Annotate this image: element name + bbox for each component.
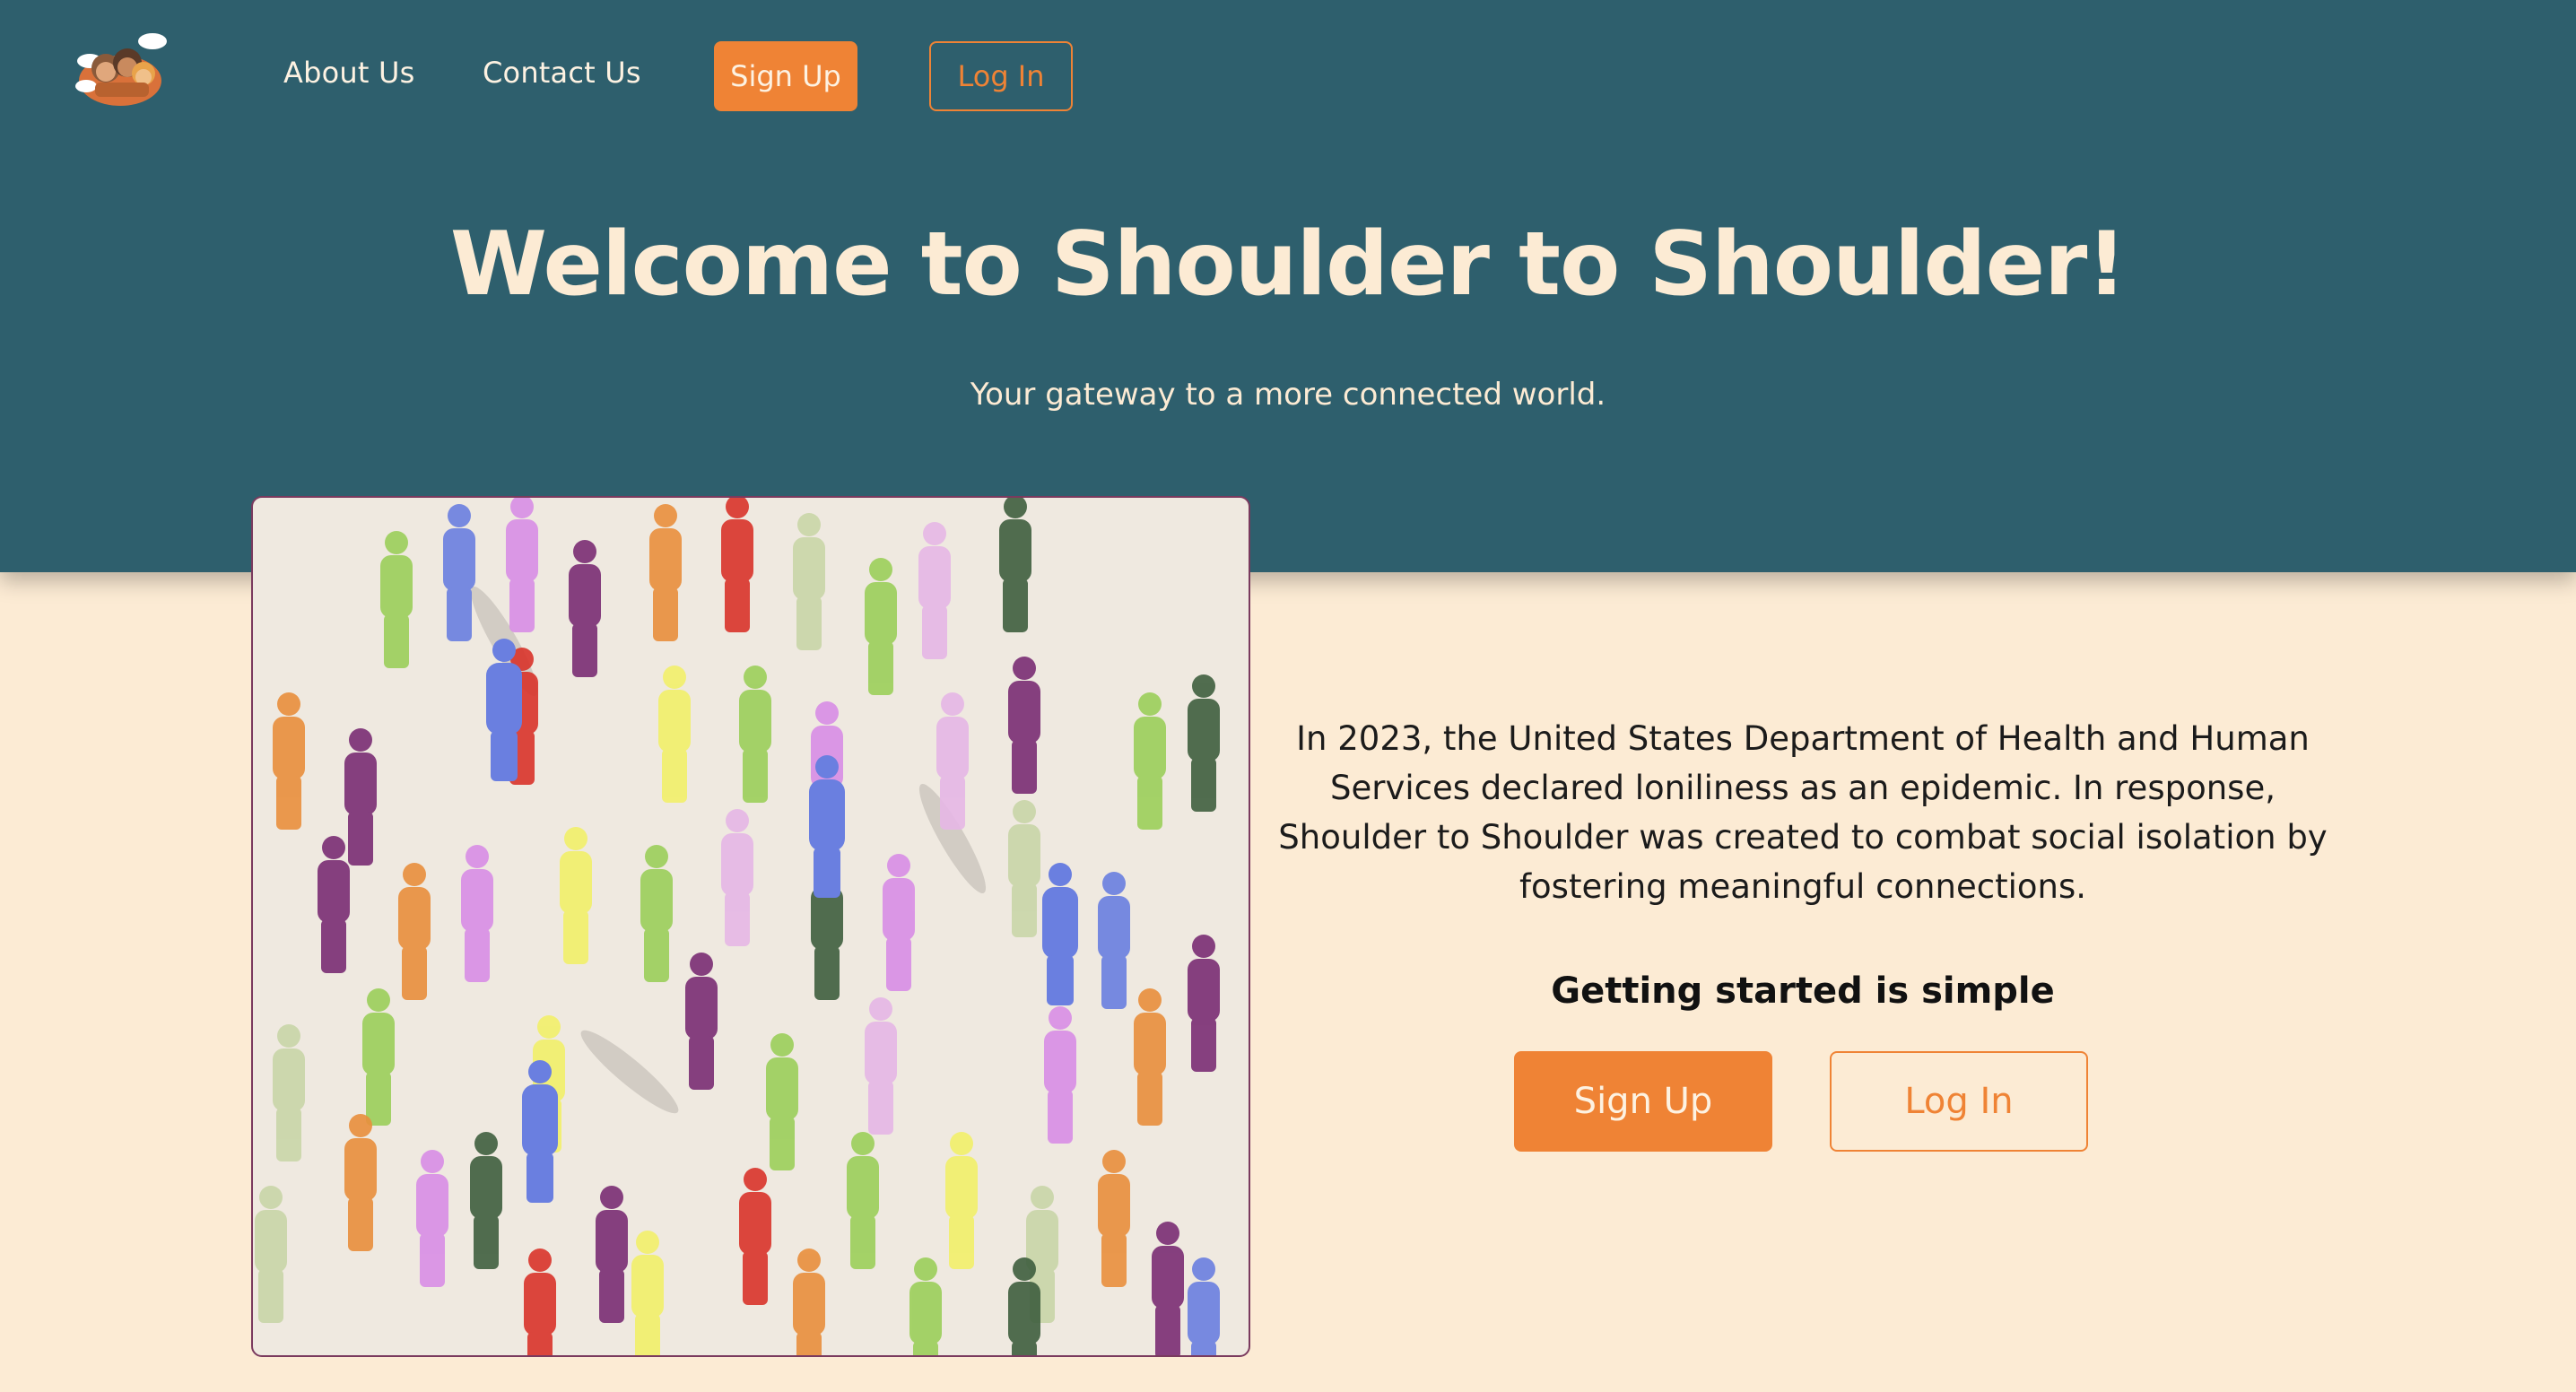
person-figure [380, 531, 413, 668]
person-figure [273, 692, 305, 830]
top-navbar: About Us Contact Us Sign Up Log In [0, 0, 2576, 152]
person-figure [1134, 692, 1166, 830]
figure-shadow [580, 1030, 679, 1114]
person-figure [596, 1186, 628, 1323]
person-figure [685, 953, 718, 1090]
person-figure [416, 1150, 448, 1287]
person-figure [658, 666, 691, 803]
person-figure [1152, 1222, 1184, 1355]
person-figure [999, 498, 1031, 632]
person-figure [461, 845, 493, 982]
person-figure [524, 1248, 556, 1355]
person-figure [649, 504, 682, 641]
person-figure [883, 854, 915, 991]
signup-button[interactable]: Sign Up [1514, 1051, 1772, 1152]
person-figure [739, 1168, 771, 1305]
person-figure [398, 863, 431, 1000]
person-figure [255, 1186, 287, 1323]
person-figure [1044, 1006, 1076, 1144]
person-figure [362, 988, 395, 1126]
person-figure [865, 558, 897, 695]
crowd-illustration [251, 496, 1250, 1357]
person-figure [569, 540, 601, 677]
person-figure [318, 836, 350, 973]
person-figure [344, 1114, 377, 1251]
person-figure [936, 692, 969, 830]
page-title: Welcome to Shoulder to Shoulder! [449, 213, 2127, 316]
nav-login-button[interactable]: Log In [929, 41, 1073, 111]
person-figure [1188, 1257, 1220, 1355]
person-figure [918, 522, 951, 659]
nav-signup-button[interactable]: Sign Up [714, 41, 857, 111]
person-figure [1008, 657, 1040, 794]
person-figure [273, 1024, 305, 1161]
person-figure [1188, 674, 1220, 812]
person-figure [470, 1132, 502, 1269]
person-figure [1134, 988, 1166, 1126]
person-figure [1008, 800, 1040, 937]
nav-contact-us[interactable]: Contact Us [483, 56, 641, 90]
page-subtitle: Your gateway to a more connected world. [970, 377, 1606, 413]
person-figure [945, 1132, 978, 1269]
person-figure [793, 1248, 825, 1355]
person-figure [443, 504, 475, 641]
person-figure [631, 1231, 664, 1355]
person-figure [1188, 935, 1220, 1072]
person-figure [1042, 863, 1078, 1005]
person-figure [560, 827, 592, 964]
person-figure [640, 845, 673, 982]
person-figure [793, 513, 825, 650]
person-figure [506, 498, 538, 632]
intro-paragraph: In 2023, the United States Department of… [1278, 719, 2328, 906]
getting-started-heading: Getting started is simple [1551, 970, 2055, 1012]
person-figure [1098, 1150, 1130, 1287]
person-figure [344, 728, 377, 866]
person-figure [865, 997, 897, 1135]
person-figure [721, 809, 753, 946]
person-figure [721, 498, 753, 632]
person-figure [847, 1132, 879, 1269]
logo-icon[interactable] [70, 25, 170, 111]
person-figure [1098, 872, 1130, 1009]
login-button[interactable]: Log In [1830, 1051, 2088, 1152]
nav-about-us[interactable]: About Us [283, 56, 414, 90]
person-figure [766, 1033, 798, 1170]
person-figure [909, 1257, 942, 1355]
person-figure [739, 666, 771, 803]
